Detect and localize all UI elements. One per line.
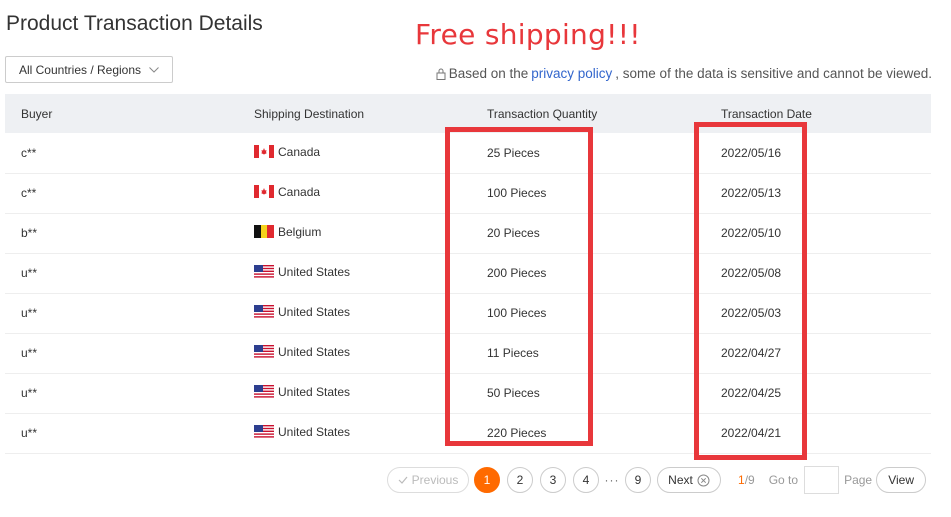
total-pages: /9 xyxy=(744,473,755,487)
date-cell: 2022/05/16 xyxy=(721,145,782,160)
privacy-policy-link[interactable]: privacy policy xyxy=(531,66,612,81)
col-header-quantity: Transaction Quantity xyxy=(487,106,598,121)
view-button[interactable]: View xyxy=(876,467,927,493)
canada-flag-icon xyxy=(254,145,274,158)
destination-label: United States xyxy=(278,344,351,359)
country-region-select[interactable]: All Countries / Regions xyxy=(5,56,173,83)
col-header-destination: Shipping Destination xyxy=(254,106,365,121)
buyer-cell: u** xyxy=(21,386,38,400)
privacy-notice: Based on the privacy policy, some of the… xyxy=(436,66,932,81)
page-button-4[interactable]: 4 xyxy=(573,467,599,493)
destination-cell: United States xyxy=(253,413,486,453)
table-row: c** Canada 100 Pieces 2022/05/13 xyxy=(5,173,931,213)
country-select-value: All Countries / Regions xyxy=(18,62,142,77)
buyer-cell: u** xyxy=(21,306,38,320)
table-row: u** United States 200 Pieces 2022/05/08 xyxy=(5,253,931,293)
buyer-cell: c** xyxy=(21,145,37,160)
col-header-buyer: Buyer xyxy=(21,106,53,121)
buyer-cell: u** xyxy=(21,426,38,440)
quantity-cell: 11 Pieces xyxy=(487,346,539,360)
current-page-number: 1 xyxy=(738,473,745,487)
goto-page-input[interactable] xyxy=(804,466,840,494)
quantity-cell: 100 Pieces xyxy=(487,306,547,320)
page-ellipsis: ··· xyxy=(604,473,620,487)
table-row: u** United States 50 Pieces 2022/04/25 xyxy=(5,373,931,413)
next-button[interactable]: Next xyxy=(657,467,721,493)
lock-icon xyxy=(436,68,446,80)
destination-cell: United States xyxy=(253,293,486,333)
page-button-3[interactable]: 3 xyxy=(540,467,566,493)
usa-flag-icon xyxy=(254,425,274,439)
date-cell: 2022/04/27 xyxy=(721,346,782,360)
previous-button[interactable]: Previous xyxy=(387,467,469,493)
date-cell: 2022/04/25 xyxy=(721,386,782,400)
date-cell: 2022/05/08 xyxy=(721,266,782,280)
destination-cell: Canada xyxy=(253,173,486,213)
table-row: c** Canada 25 Pieces 2022/05/16 xyxy=(5,133,931,173)
quantity-cell: 100 Pieces xyxy=(487,186,547,200)
destination-cell: United States xyxy=(253,253,486,293)
table-row: u** United States 100 Pieces 2022/05/03 xyxy=(5,293,931,333)
table-row: b** Belgium 20 Pieces 2022/05/10 xyxy=(5,213,931,253)
destination-label: United States xyxy=(278,424,351,439)
buyer-cell: c** xyxy=(21,186,37,200)
table-row: u** United States 220 Pieces 2022/04/21 xyxy=(5,413,931,453)
destination-label: Canada xyxy=(278,144,321,159)
check-icon xyxy=(398,476,408,484)
usa-flag-icon xyxy=(254,385,274,399)
quantity-cell: 50 Pieces xyxy=(487,386,540,400)
goto-label: Go to xyxy=(768,473,799,487)
promo-text: Free shipping!!! xyxy=(415,18,641,51)
destination-label: United States xyxy=(278,264,351,279)
page-title: Product Transaction Details xyxy=(6,12,263,35)
date-cell: 2022/05/10 xyxy=(721,226,782,240)
pagination: Previous 1 2 3 4 ··· 9 Next 1/9 Go to Pa… xyxy=(387,466,927,494)
destination-cell: Canada xyxy=(253,133,486,173)
date-cell: 2022/05/13 xyxy=(721,186,782,200)
circle-x-icon xyxy=(697,474,710,486)
page-label: Page xyxy=(844,473,873,487)
destination-cell: United States xyxy=(253,373,486,413)
page-button-9[interactable]: 9 xyxy=(625,467,651,493)
destination-label: United States xyxy=(278,384,351,399)
table-row: u** United States 11 Pieces 2022/04/27 xyxy=(5,333,931,373)
notice-suffix: , some of the data is sensitive and cann… xyxy=(615,66,932,81)
usa-flag-icon xyxy=(254,265,274,279)
usa-flag-icon xyxy=(254,345,274,359)
destination-cell: United States xyxy=(253,333,486,373)
date-cell: 2022/05/03 xyxy=(721,306,782,320)
buyer-cell: u** xyxy=(21,346,38,360)
chevron-down-icon xyxy=(149,66,159,73)
usa-flag-icon xyxy=(254,305,274,319)
destination-cell: Belgium xyxy=(253,213,486,253)
quantity-cell: 20 Pieces xyxy=(487,226,540,240)
quantity-cell: 200 Pieces xyxy=(487,266,547,280)
page-button-2[interactable]: 2 xyxy=(507,467,533,493)
destination-label: Belgium xyxy=(278,224,322,239)
col-header-date: Transaction Date xyxy=(721,106,812,121)
date-cell: 2022/04/21 xyxy=(721,426,782,440)
page-count: 1/9 xyxy=(738,473,755,487)
quantity-cell: 25 Pieces xyxy=(487,145,540,160)
buyer-cell: u** xyxy=(21,266,38,280)
belgium-flag-icon xyxy=(254,225,274,239)
destination-label: Canada xyxy=(278,184,321,199)
previous-label: Previous xyxy=(411,473,459,487)
canada-flag-icon xyxy=(254,185,274,199)
notice-prefix: Based on the xyxy=(448,66,529,81)
table-header-row: Buyer Shipping Destination Transaction Q… xyxy=(5,94,931,133)
page-button-1[interactable]: 1 xyxy=(474,467,500,493)
next-label: Next xyxy=(668,473,693,487)
transaction-table: Buyer Shipping Destination Transaction Q… xyxy=(5,94,931,454)
destination-label: United States xyxy=(278,304,351,319)
quantity-cell: 220 Pieces xyxy=(487,426,547,440)
buyer-cell: b** xyxy=(21,226,38,240)
